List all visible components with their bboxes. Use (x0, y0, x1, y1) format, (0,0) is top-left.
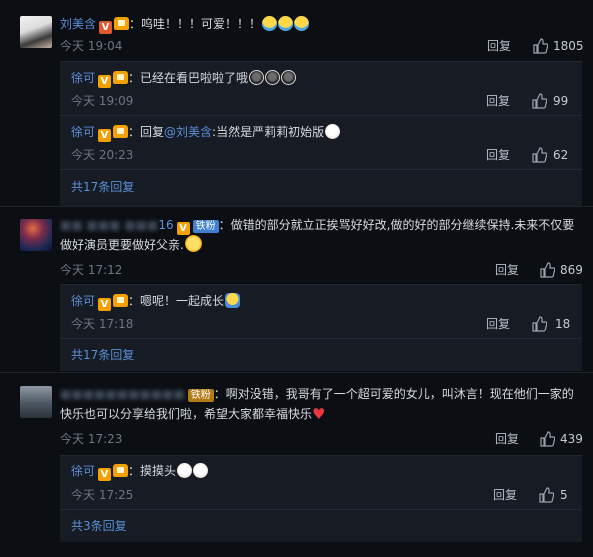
reply-text: ：摸摸头 (128, 464, 177, 478)
comment-body: ■■■■■■■■■■■ 铁粉 ：啊对没错，我哥有了一个超可爱的女儿，叫沐言！现在他们… (60, 384, 579, 424)
username[interactable]: 徐可 (71, 464, 95, 478)
like-count: 5 (560, 488, 568, 502)
comment-text: ：呜哇！！！可爱！！！ (129, 17, 262, 31)
comment-body: 刘美含 V ：呜哇！！！可爱！！！ (60, 14, 579, 34)
heart-emoji-icon: ♥ (312, 405, 326, 423)
avatar[interactable] (20, 219, 52, 251)
verified-badge-icon: V (176, 222, 190, 235)
reply-button[interactable]: 回复 (487, 36, 511, 56)
timestamp: 今天 17:12 (60, 263, 123, 277)
reply-button[interactable]: 回复 (486, 314, 510, 334)
crying-emoji-icon (278, 16, 294, 31)
verified-badge-icon: V (98, 75, 112, 88)
reply-button[interactable]: 回复 (493, 485, 517, 505)
crying-emoji-icon (294, 16, 310, 31)
reply-button[interactable]: 回复 (495, 260, 519, 280)
reply-button[interactable]: 回复 (486, 145, 510, 165)
verified-badge-icon: V (98, 468, 112, 481)
view-more-replies-link[interactable]: 共3条回复 (71, 516, 127, 536)
verified-badge-icon: V (98, 129, 112, 142)
reply-body: 徐可 V ：已经在看巴啦啦了哦 (71, 68, 297, 88)
grow-up-emoji-icon (225, 293, 241, 308)
sun-emoji-icon (184, 235, 202, 252)
reply-button[interactable]: 回复 (486, 91, 510, 111)
reply-text: :当然是严莉莉初始版 (212, 125, 325, 139)
timestamp: 今天 20:23 (71, 148, 134, 162)
reply-text: ：嗯呢！一起成长 (128, 294, 225, 308)
thumbs-up-icon[interactable] (531, 93, 547, 109)
username[interactable]: 刘美含 (60, 17, 96, 31)
thumbs-up-icon[interactable] (539, 431, 555, 447)
username[interactable]: 徐可 (71, 294, 95, 308)
like-count: 99 (553, 94, 569, 108)
username[interactable]: 徐可 (71, 125, 95, 139)
timestamp: 今天 19:09 (71, 94, 134, 108)
like-count: 439 (560, 432, 583, 446)
view-more-replies-link[interactable]: 共17条回复 (71, 177, 134, 197)
crying-emoji-icon (262, 16, 278, 31)
avatar[interactable] (20, 16, 52, 48)
timestamp: 今天 19:04 (60, 39, 123, 53)
thumbs-up-icon[interactable] (531, 147, 547, 163)
thumbs-up-icon[interactable] (532, 38, 548, 54)
timestamp: 今天 17:25 (71, 488, 134, 502)
like-count: 18 (555, 317, 571, 331)
reply-body: 徐可 V ：摸摸头 (71, 461, 209, 481)
verified-badge-icon: V (98, 298, 112, 311)
timestamp: 今天 17:18 (71, 317, 134, 331)
username-suffix[interactable]: 16 (158, 218, 173, 232)
crown-badge-icon (113, 125, 129, 138)
blurred-username: ■■■■■■■■■■■ (60, 387, 185, 401)
reply-button[interactable]: 回复 (495, 429, 519, 449)
thumbs-up-icon[interactable] (531, 316, 547, 332)
like-count: 869 (560, 263, 583, 277)
smirk-emoji-icon (325, 124, 341, 139)
crown-badge-icon (113, 464, 129, 477)
like-count: 62 (553, 148, 569, 162)
reply-panel: 徐可 V ：嗯呢！一起成长 今天 17:18 回复 18 共17条回复 (60, 284, 582, 371)
black-face-emoji-icon (249, 70, 265, 85)
verified-badge-icon: V (99, 21, 113, 34)
reply-panel: 徐可 V ：摸摸头 今天 17:25 回复 5 共3条回复 (60, 455, 582, 542)
pat-head-emoji-icon (193, 463, 209, 478)
reply-text: ：已经在看巴啦啦了哦 (128, 71, 249, 85)
blurred-username: ■■ ■■■ ■■■ (60, 218, 159, 232)
reply-panel: 徐可 V ：已经在看巴啦啦了哦 今天 19:09 回复 99 徐可 V ：回复@刘美含:… (60, 61, 582, 206)
thumbs-up-icon[interactable] (539, 262, 555, 278)
black-face-emoji-icon (265, 70, 281, 85)
comment-body: ■■ ■■■ ■■■16 V 铁粉 ：做错的部分就立正挨骂好好改,做的好的部分继续保持… (60, 215, 579, 255)
timestamp: 今天 17:23 (60, 432, 123, 446)
crown-badge-icon (114, 17, 130, 30)
black-face-emoji-icon (281, 70, 297, 85)
reply-body: 徐可 V ：回复@刘美含:当然是严莉莉初始版 (71, 122, 341, 142)
username[interactable]: 徐可 (71, 71, 95, 85)
mention-link[interactable]: @刘美含 (164, 125, 212, 139)
avatar[interactable] (20, 386, 52, 418)
crown-badge-icon (113, 294, 129, 307)
reply-body: 徐可 V ：嗯呢！一起成长 (71, 291, 241, 311)
iron-fan-badge: 铁粉 (187, 389, 214, 402)
reply-text-prefix: ：回复 (128, 125, 165, 139)
iron-fan-badge: 铁粉 (192, 220, 219, 233)
thumbs-up-icon[interactable] (538, 487, 554, 503)
crown-badge-icon (113, 71, 129, 84)
like-count: 1805 (553, 39, 584, 53)
view-more-replies-link[interactable]: 共17条回复 (71, 345, 134, 365)
pat-head-emoji-icon (177, 463, 193, 478)
